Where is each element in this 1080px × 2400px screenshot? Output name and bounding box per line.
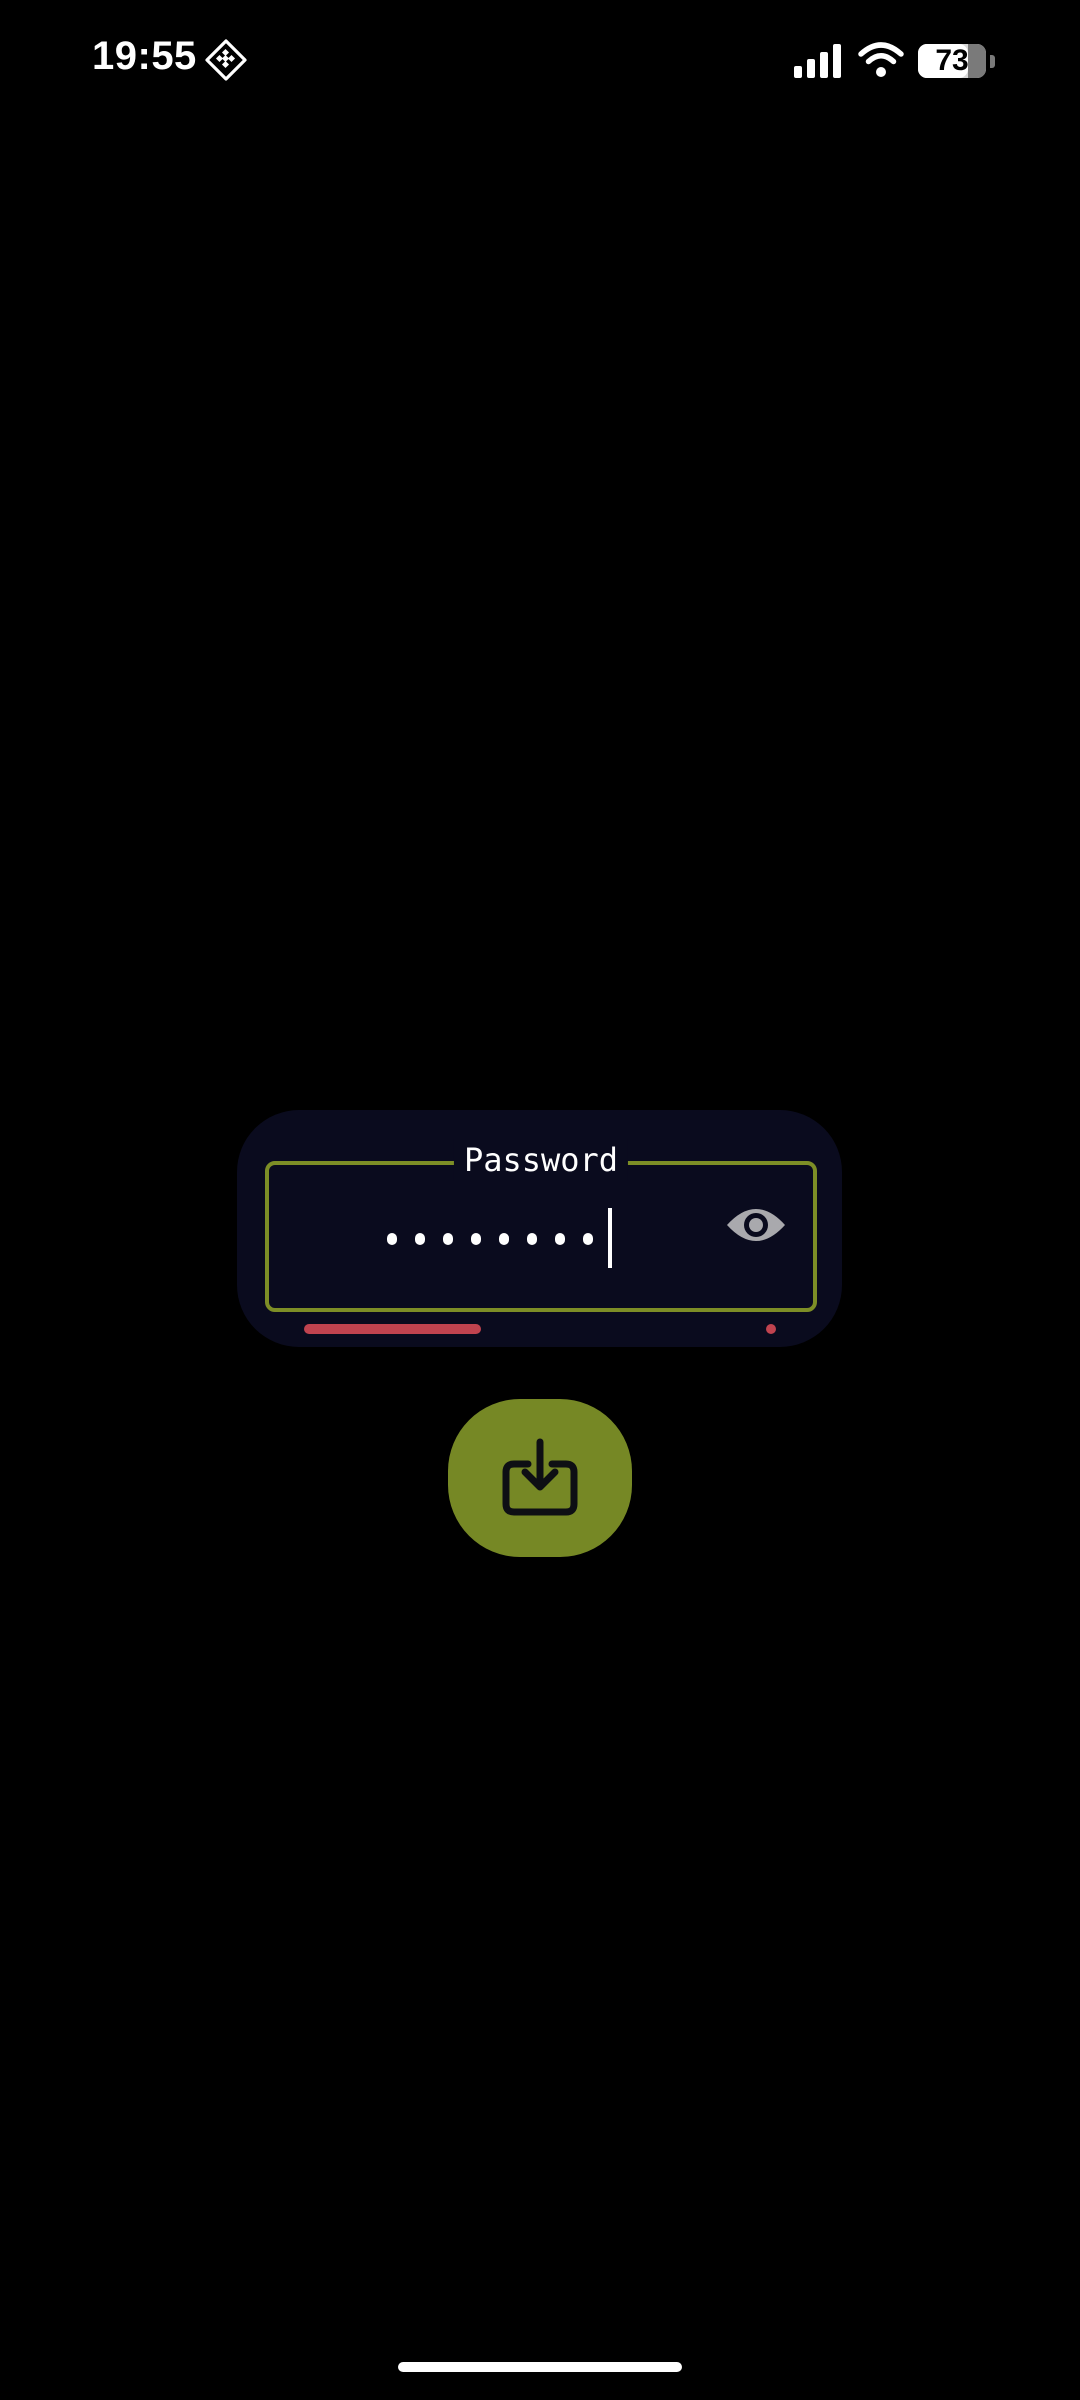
text-cursor xyxy=(608,1208,612,1268)
battery-tip xyxy=(990,55,995,68)
status-bar: 19:55 73 xyxy=(0,0,1080,130)
status-time: 19:55 xyxy=(92,34,197,78)
password-field[interactable]: Password xyxy=(265,1139,817,1312)
password-strength-end-dot xyxy=(766,1324,776,1334)
cellular-signal-icon xyxy=(794,44,841,78)
battery-indicator: 73 xyxy=(918,44,986,78)
password-masked-value xyxy=(387,1233,593,1245)
password-strength-bar xyxy=(304,1324,481,1334)
password-dot xyxy=(583,1233,593,1245)
password-dot xyxy=(471,1233,481,1245)
download-tray-icon xyxy=(502,1438,578,1516)
diamond-grid-icon xyxy=(205,39,247,81)
password-dot xyxy=(415,1233,425,1245)
battery-level: 73 xyxy=(935,44,969,77)
password-card: Password xyxy=(237,1110,842,1347)
password-dot xyxy=(387,1233,397,1245)
battery-empty xyxy=(967,44,986,78)
submit-button[interactable] xyxy=(448,1399,632,1557)
home-indicator[interactable] xyxy=(398,2362,682,2372)
eye-icon[interactable] xyxy=(725,1203,787,1247)
password-dot xyxy=(443,1233,453,1245)
password-label: Password xyxy=(453,1139,629,1181)
password-dot xyxy=(527,1233,537,1245)
password-dot xyxy=(555,1233,565,1245)
password-dot xyxy=(499,1233,509,1245)
wifi-icon xyxy=(858,42,904,77)
